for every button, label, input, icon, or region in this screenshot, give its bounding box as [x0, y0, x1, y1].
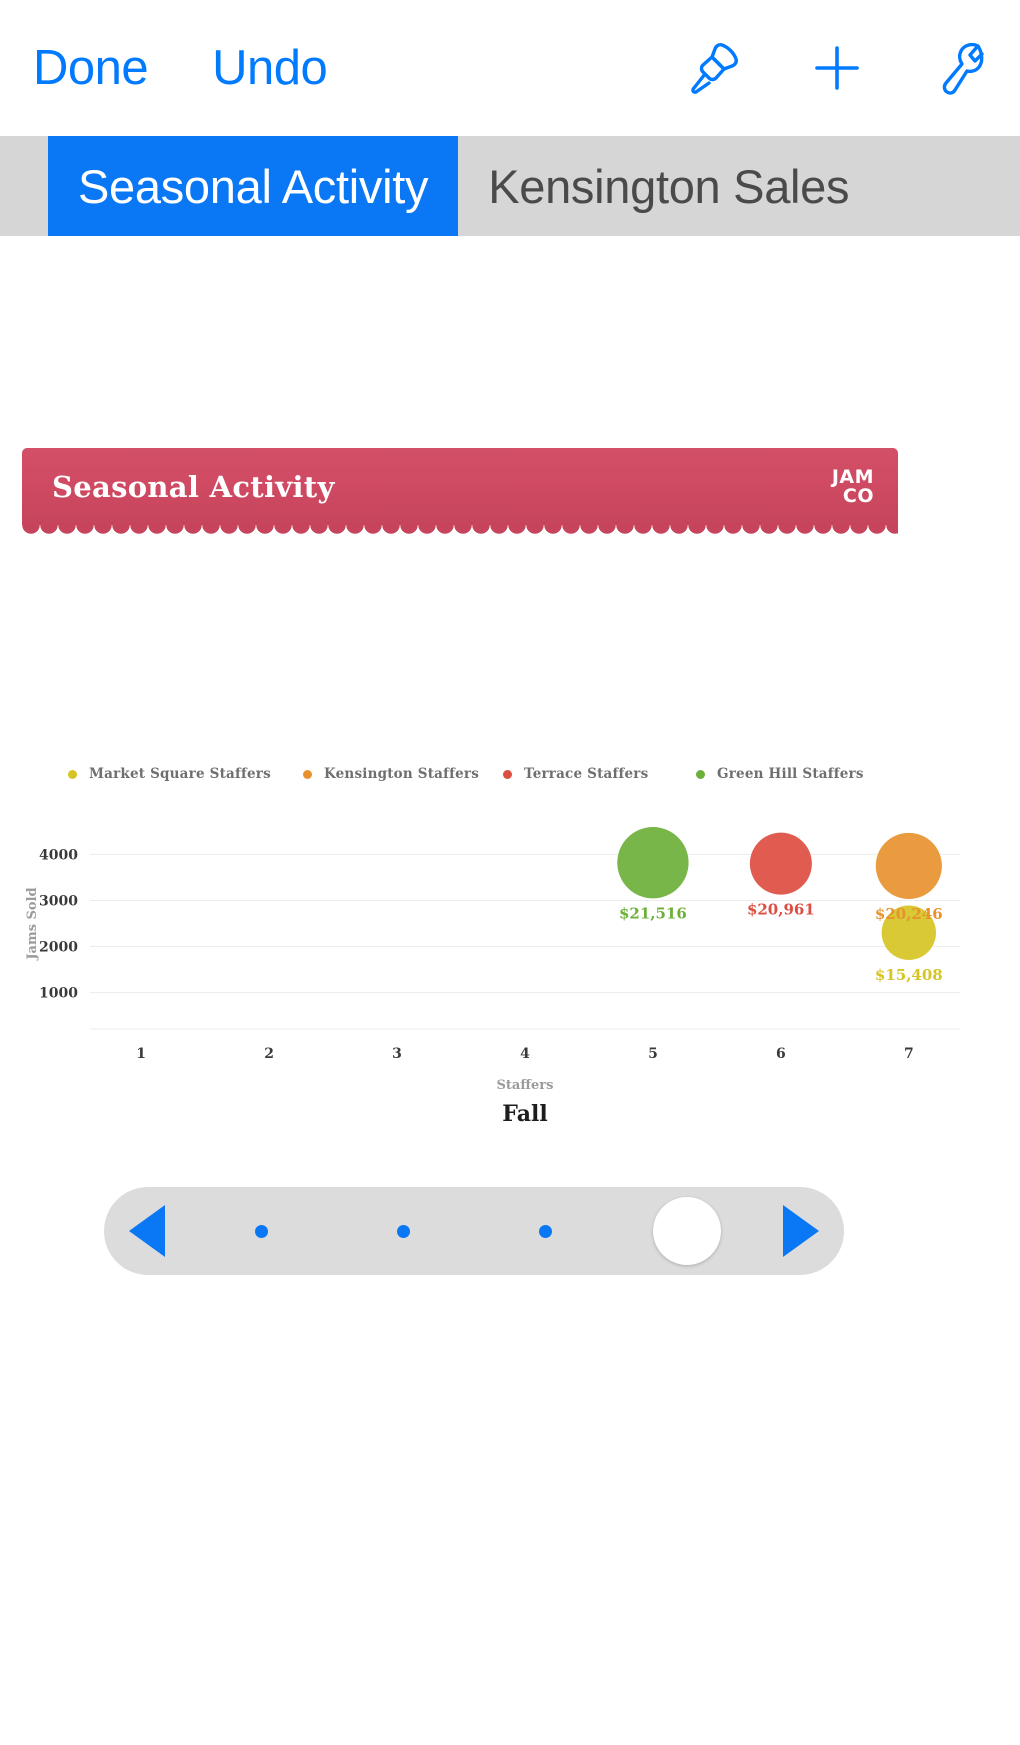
frame-label: Fall	[502, 1101, 547, 1127]
y-axis-tick-label: 3000	[39, 893, 78, 909]
x-axis-tick-label: 3	[392, 1046, 402, 1062]
frame-slider[interactable]	[104, 1187, 844, 1275]
bubble-value-label: $21,516	[619, 904, 687, 922]
x-axis-title: Staffers	[497, 1078, 554, 1093]
slider-next-button[interactable]	[758, 1205, 844, 1257]
legend-swatch-icon	[303, 769, 312, 779]
legend-swatch-icon	[696, 769, 705, 779]
report-title: Seasonal Activity	[52, 470, 335, 504]
bubble-point[interactable]	[617, 827, 689, 899]
paint-brush-icon[interactable]	[682, 37, 744, 99]
legend-label: Kensington Staffers	[324, 766, 480, 782]
bubble-point[interactable]	[749, 832, 812, 895]
triangle-left-icon	[129, 1205, 165, 1257]
legend-swatch-icon	[68, 769, 77, 779]
bubble-value-label: $20,246	[875, 905, 943, 923]
legend-label: Terrace Staffers	[524, 766, 649, 782]
top-toolbar: Done Undo	[0, 0, 1020, 136]
x-axis-tick-label: 6	[776, 1046, 786, 1062]
plus-icon[interactable]	[806, 37, 868, 99]
done-button[interactable]: Done	[33, 43, 149, 93]
bubble-value-label: $20,961	[747, 901, 815, 919]
slider-stop-dot[interactable]	[538, 1224, 552, 1238]
legend-item[interactable]: Terrace Staffers	[503, 766, 696, 782]
tab-seasonal-activity[interactable]: Seasonal Activity	[48, 136, 459, 236]
legend-label: Market Square Staffers	[89, 766, 271, 782]
triangle-right-icon	[783, 1205, 819, 1257]
bubble-point[interactable]	[881, 905, 937, 960]
bubble-point[interactable]	[875, 832, 942, 900]
x-axis-tick-label: 7	[904, 1046, 914, 1062]
x-axis-tick-label: 4	[520, 1046, 530, 1062]
tab-bar: Seasonal Activity Kensington Sales	[0, 136, 1020, 236]
undo-button[interactable]: Undo	[212, 43, 328, 93]
toolbar-right-group	[682, 0, 992, 136]
x-axis-tick-label: 5	[648, 1046, 658, 1062]
y-axis-tick-label: 2000	[39, 940, 78, 956]
y-axis-tick-label: 1000	[39, 986, 78, 1002]
slider-previous-button[interactable]	[104, 1205, 190, 1257]
slider-stop-dot[interactable]	[396, 1224, 410, 1238]
toolbar-left-group: Done Undo	[0, 43, 328, 93]
slider-stop-dot[interactable]	[254, 1224, 268, 1238]
legend-item[interactable]: Green Hill Staffers	[696, 766, 864, 782]
banner-scallop-edge	[22, 525, 898, 539]
wrench-icon[interactable]	[930, 37, 992, 99]
x-axis-tick-label: 2	[264, 1046, 274, 1062]
chart-legend: Market Square Staffers Kensington Staffe…	[68, 766, 868, 782]
slider-thumb[interactable]	[653, 1197, 721, 1265]
report-canvas: Seasonal Activity JAM CO Market Square S…	[0, 236, 1020, 1745]
legend-label: Green Hill Staffers	[717, 766, 864, 782]
slider-track[interactable]	[190, 1187, 758, 1275]
legend-item[interactable]: Market Square Staffers	[68, 766, 303, 782]
jamco-logo: JAM CO	[832, 468, 874, 505]
y-axis-title: Jams Sold	[25, 887, 40, 960]
tab-bar-gutter	[0, 136, 48, 236]
logo-line-2: CO	[842, 485, 874, 507]
tab-kensington-sales[interactable]: Kensington Sales	[458, 136, 880, 236]
report-card[interactable]: Seasonal Activity JAM CO	[22, 448, 898, 539]
legend-item[interactable]: Kensington Staffers	[303, 766, 503, 782]
report-banner: Seasonal Activity JAM CO	[22, 448, 898, 526]
y-axis-tick-label: 4000	[39, 847, 78, 863]
legend-swatch-icon	[503, 769, 512, 779]
bubble-value-label: $15,408	[875, 966, 943, 984]
x-axis-tick-label: 1	[136, 1046, 146, 1062]
